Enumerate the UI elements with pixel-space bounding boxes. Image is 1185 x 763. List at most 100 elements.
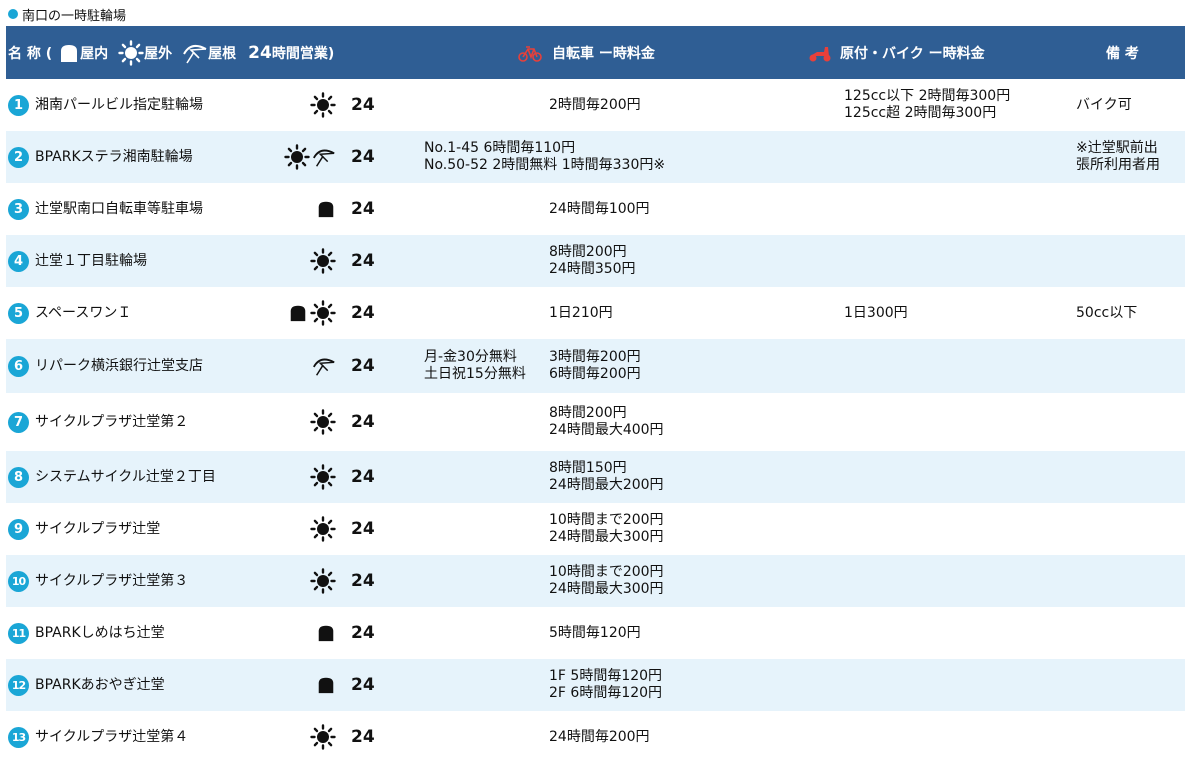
table-row: 1 湘南パールビル指定駐輪場 24 2時間毎200円 125cc以下 2時間毎300円 1… [6, 79, 1185, 131]
hours-24: 24 [351, 94, 375, 115]
bicycle-fee-line: 2F 6時間毎120円 [549, 685, 663, 701]
facility-name: 湘南パールビル指定駐輪場 [35, 96, 203, 113]
bicycle-fee-line: 5時間毎120円 [549, 624, 641, 641]
hours-24: 24 [351, 250, 375, 271]
roof-icon [312, 354, 336, 378]
moped-fee: 1日300円 [844, 287, 908, 339]
facility-name: 辻堂駅南口自転車等駐車場 [35, 200, 203, 217]
bicycle-fee: 8時間200円 24時間350円 [549, 235, 636, 287]
table-row: 11 BPARKしめはち辻堂 24 5時間毎120円 [6, 607, 1185, 659]
sun-icon [310, 724, 336, 750]
facility-type-icons [246, 451, 336, 503]
bicycle-extra-line: No.1-45 6時間毎110円 [424, 140, 576, 156]
facility-name-cell: 5 スペースワンＩ [8, 287, 131, 339]
moped-fee-line: 125cc超 2時間毎300円 [844, 105, 997, 121]
facility-name-cell: 2 BPARKステラ湘南駐輪場 [8, 131, 193, 183]
row-number-badge: 11 [8, 622, 29, 644]
bicycle-extra: No.1-45 6時間毎110円 No.50-52 2時間無料 1時間毎330円※ [424, 131, 665, 183]
sun-icon [310, 409, 336, 435]
table-row: 5 スペースワンＩ 24 1日210円 1日300円 50cc以下 [6, 287, 1185, 339]
sun-icon [284, 144, 310, 170]
bicycle-fee: 1F 5時間毎120円 2F 6時間毎120円 [549, 659, 662, 711]
sun-icon [310, 464, 336, 490]
roof-icon [312, 145, 336, 169]
bicycle-extra: 月-金30分無料 土日祝15分無料 [424, 339, 526, 393]
header-indoor-label: 屋内 [80, 45, 109, 62]
facility-name: 辻堂１丁目駐輪場 [35, 252, 147, 269]
bicycle-fee-line: 10時間まで200円 [549, 512, 664, 528]
bicycle-extra-line: No.50-52 2時間無料 1時間毎330円※ [424, 157, 666, 173]
bicycle-fee-line: 1F 5時間毎120円 [549, 668, 663, 684]
notes-line: ※辻堂駅前出 [1076, 140, 1158, 156]
hours-24: 24 [351, 570, 375, 591]
notes-line: 張所利用者用 [1076, 157, 1160, 173]
bicycle-extra-line: 土日祝15分無料 [424, 366, 526, 382]
bicycle-fee: 1日210円 [549, 287, 613, 339]
scooter-icon [808, 43, 832, 63]
indoor-icon [316, 675, 336, 695]
bicycle-fee: 5時間毎120円 [549, 607, 641, 659]
moped-fee: 125cc以下 2時間毎300円 125cc超 2時間毎300円 [844, 79, 1010, 131]
notes: バイク可 [1076, 79, 1132, 131]
row-number-badge: 5 [8, 302, 29, 324]
facility-name-cell: 3 辻堂駅南口自転車等駐車場 [8, 183, 203, 235]
sun-icon [310, 92, 336, 118]
bicycle-extra-line: 月-金30分無料 [424, 349, 517, 365]
section-title: 南口の一時駐輪場 [8, 4, 126, 24]
header-bicycle-label: 自転車 ー時料金 [552, 45, 655, 62]
bicycle-fee: 10時間まで200円 24時間最大300円 [549, 555, 664, 607]
hours-24: 24 [351, 726, 375, 747]
header-hours-number: 24 [248, 42, 272, 63]
facility-name: システムサイクル辻堂２丁目 [35, 468, 216, 485]
facility-name-cell: 6 リパーク横浜銀行辻堂支店 [8, 339, 203, 393]
bicycle-fee: 2時間毎200円 [549, 79, 641, 131]
hours-24: 24 [351, 198, 375, 219]
facility-name-cell: 1 湘南パールビル指定駐輪場 [8, 79, 203, 131]
header-name-label: 名 称 ( [8, 45, 53, 62]
row-number-badge: 10 [8, 570, 29, 592]
indoor-icon [316, 199, 336, 219]
section-title-text: 南口の一時駐輪場 [22, 8, 127, 24]
facility-name-cell: 12 BPARKあおやぎ辻堂 [8, 659, 165, 711]
facility-type-icons [246, 711, 336, 763]
row-number-badge: 3 [8, 198, 29, 220]
facility-name-cell: 13 サイクルプラザ辻堂第４ [8, 711, 188, 763]
notes: 50cc以下 [1076, 287, 1137, 339]
bicycle-fee: 8時間200円 24時間最大400円 [549, 393, 664, 451]
header-moped-label: 原付・バイク ー時料金 [840, 45, 985, 62]
table-row: 8 システムサイクル辻堂２丁目 24 8時間150円 24時間最大200円 [6, 451, 1185, 503]
facility-name-cell: 9 サイクルプラザ辻堂 [8, 503, 160, 555]
bicycle-fee-line: 8時間200円 [549, 244, 627, 260]
row-number-badge: 7 [8, 411, 29, 433]
row-number-badge: 12 [8, 674, 29, 696]
table-row: 2 BPARKステラ湘南駐輪場 24 No.1-45 6時間毎110円 No.50-52… [6, 131, 1185, 183]
facility-type-icons [246, 607, 336, 659]
bicycle-fee: 24時間毎200円 [549, 711, 650, 763]
table-row: 7 サイクルプラザ辻堂第２ 24 8時間200円 24時間最大400円 [6, 393, 1185, 451]
header-name: 名 称 ( 屋内 屋外 屋根 24 時間営業) [8, 26, 334, 79]
table-row: 6 リパーク横浜銀行辻堂支店 24 月-金30分無料 土日祝15分無料 3時間毎200円 6… [6, 339, 1185, 393]
table-row: 4 辻堂１丁目駐輪場 24 8時間200円 24時間350円 [6, 235, 1185, 287]
header-moped: 原付・バイク ー時料金 [806, 26, 985, 79]
bicycle-fee-line: 24時間毎200円 [549, 728, 650, 745]
facility-name-cell: 10 サイクルプラザ辻堂第３ [8, 555, 188, 607]
indoor-icon [316, 623, 336, 643]
header-outdoor-label: 屋外 [144, 45, 173, 62]
sun-icon [310, 516, 336, 542]
row-number-badge: 4 [8, 250, 29, 272]
bicycle-fee: 10時間まで200円 24時間最大300円 [549, 503, 664, 555]
table-row: 13 サイクルプラザ辻堂第４ 24 24時間毎200円 [6, 711, 1185, 763]
facility-type-icons [246, 659, 336, 711]
hours-24: 24 [351, 411, 375, 432]
facility-name-cell: 8 システムサイクル辻堂２丁目 [8, 451, 216, 503]
sun-icon [310, 300, 336, 326]
bicycle-fee-line: 24時間350円 [549, 261, 636, 277]
facility-name: サイクルプラザ辻堂第３ [35, 572, 189, 589]
row-number-badge: 13 [8, 726, 29, 748]
roof-icon [182, 40, 208, 66]
notes-line: バイク可 [1076, 96, 1132, 113]
facility-type-icons [246, 131, 336, 183]
row-number-badge: 9 [8, 518, 29, 540]
sun-icon [118, 39, 144, 66]
facility-type-icons [246, 393, 336, 451]
